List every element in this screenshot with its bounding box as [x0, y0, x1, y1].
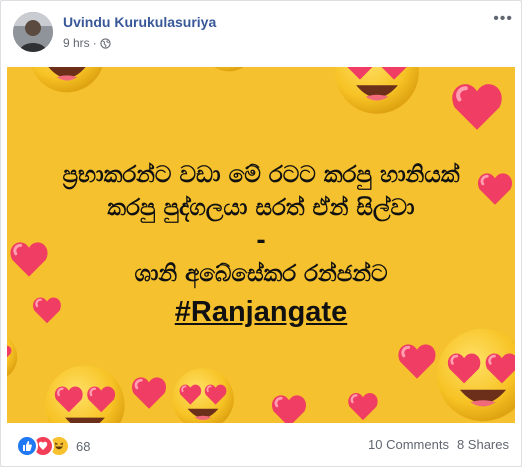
- timestamp[interactable]: 9 hrs: [63, 36, 90, 50]
- reactions-summary[interactable]: 68: [16, 435, 90, 457]
- caption-line: ප්‍රභාකරන්ට වඩා මේ රටට කරපු හානියක්: [62, 162, 460, 188]
- shares-link[interactable]: 8 Shares: [457, 437, 509, 452]
- comments-link[interactable]: 10 Comments: [368, 437, 449, 452]
- caption-line: ශානි අබේසේකර රන්ජන්ට: [134, 261, 388, 287]
- caption-line: කරපු පුද්ගලයා සරත් ඒන් සිල්වා: [107, 195, 415, 221]
- post-stats: 10 Comments 8 Shares: [368, 437, 509, 452]
- author-name[interactable]: Uvindu Kurukulasuriya: [63, 14, 216, 30]
- post-meta: 9 hrs ·: [63, 36, 111, 50]
- avatar[interactable]: [13, 12, 53, 52]
- more-options-icon[interactable]: •••: [493, 11, 513, 27]
- avatar-image: [13, 12, 53, 52]
- facebook-post: Uvindu Kurukulasuriya 9 hrs · •••: [0, 0, 522, 467]
- like-icon: [16, 435, 38, 457]
- post-footer: 68 10 Comments 8 Shares: [1, 423, 521, 466]
- post-header: Uvindu Kurukulasuriya 9 hrs · •••: [1, 1, 521, 67]
- globe-icon[interactable]: [100, 37, 111, 49]
- hashtag[interactable]: #Ranjangate: [7, 293, 515, 331]
- post-image[interactable]: ප්‍රභාකරන්ට වඩා මේ රටට කරපු හානියක් කරපු…: [7, 67, 515, 423]
- reaction-count: 68: [76, 438, 91, 454]
- caption-dash: -: [256, 228, 266, 254]
- image-caption: ප්‍රභාකරන්ට වඩා මේ රටට කරපු හානියක් කරපු…: [7, 159, 515, 331]
